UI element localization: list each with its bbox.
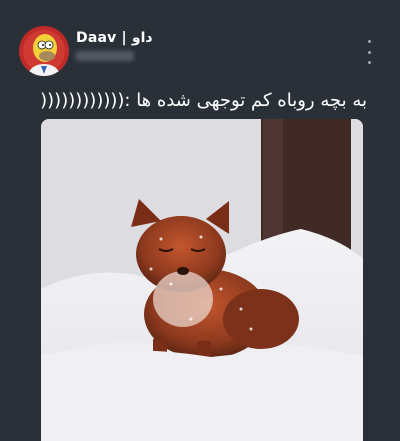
tweet-card[interactable]: Daav | داو به بچه روباه کم توجهی شده ها …	[0, 0, 400, 441]
more-options-icon	[367, 40, 371, 43]
homer-simpson-avatar-icon	[19, 26, 69, 76]
more-options-button[interactable]	[362, 40, 376, 64]
avatar[interactable]	[19, 26, 69, 76]
fox-cub-in-snow-photo	[41, 119, 363, 441]
tweet-media-image[interactable]	[41, 119, 363, 441]
author-name[interactable]: Daav | داو	[76, 30, 153, 46]
author-handle-redacted	[76, 51, 134, 61]
tweet-text: به بچه روباه کم توجهی شده ها :((((((((((…	[40, 90, 367, 111]
